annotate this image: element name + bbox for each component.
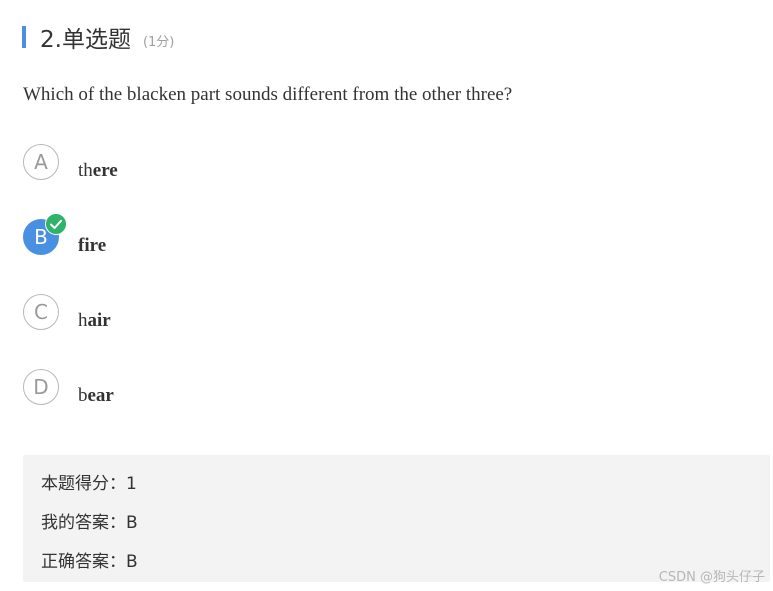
option-b-word-bold: fire: [78, 235, 107, 256]
option-c-letter[interactable]: C: [23, 294, 59, 330]
option-a-word-plain: th: [78, 160, 93, 181]
check-icon: [45, 213, 67, 235]
option-a-word-bold: ere: [92, 160, 118, 181]
correct-answer-line: 正确答案：B: [41, 552, 138, 572]
option-b-word: fire: [78, 235, 106, 257]
option-c-word-plain: h: [78, 310, 88, 331]
result-panel: 本题得分：1 我的答案：B 正确答案：B: [23, 455, 770, 582]
question-text: Which of the blacken part sounds differe…: [23, 84, 513, 105]
question-title: 2.单选题: [40, 27, 131, 53]
option-d-word: bear: [78, 385, 114, 407]
option-d-word-plain: b: [78, 385, 88, 406]
option-c-word: hair: [78, 310, 111, 332]
watermark: CSDN @狗头仔子: [658, 570, 765, 585]
option-a-letter[interactable]: A: [23, 144, 59, 180]
option-d[interactable]: D bear: [23, 369, 323, 409]
question-header: 2.单选题 (1分): [22, 22, 175, 53]
score-line: 本题得分：1: [41, 474, 137, 494]
option-c-word-bold: air: [87, 310, 111, 331]
title-accent-bar: [22, 26, 26, 48]
option-c[interactable]: C hair: [23, 294, 323, 334]
option-a[interactable]: A there: [23, 144, 323, 184]
question-score: (1分): [142, 34, 175, 50]
option-d-word-bold: ear: [87, 385, 114, 406]
option-b[interactable]: B fire: [23, 213, 323, 259]
option-d-letter[interactable]: D: [23, 369, 59, 405]
my-answer-line: 我的答案：B: [41, 513, 138, 533]
option-a-word: there: [78, 160, 118, 182]
